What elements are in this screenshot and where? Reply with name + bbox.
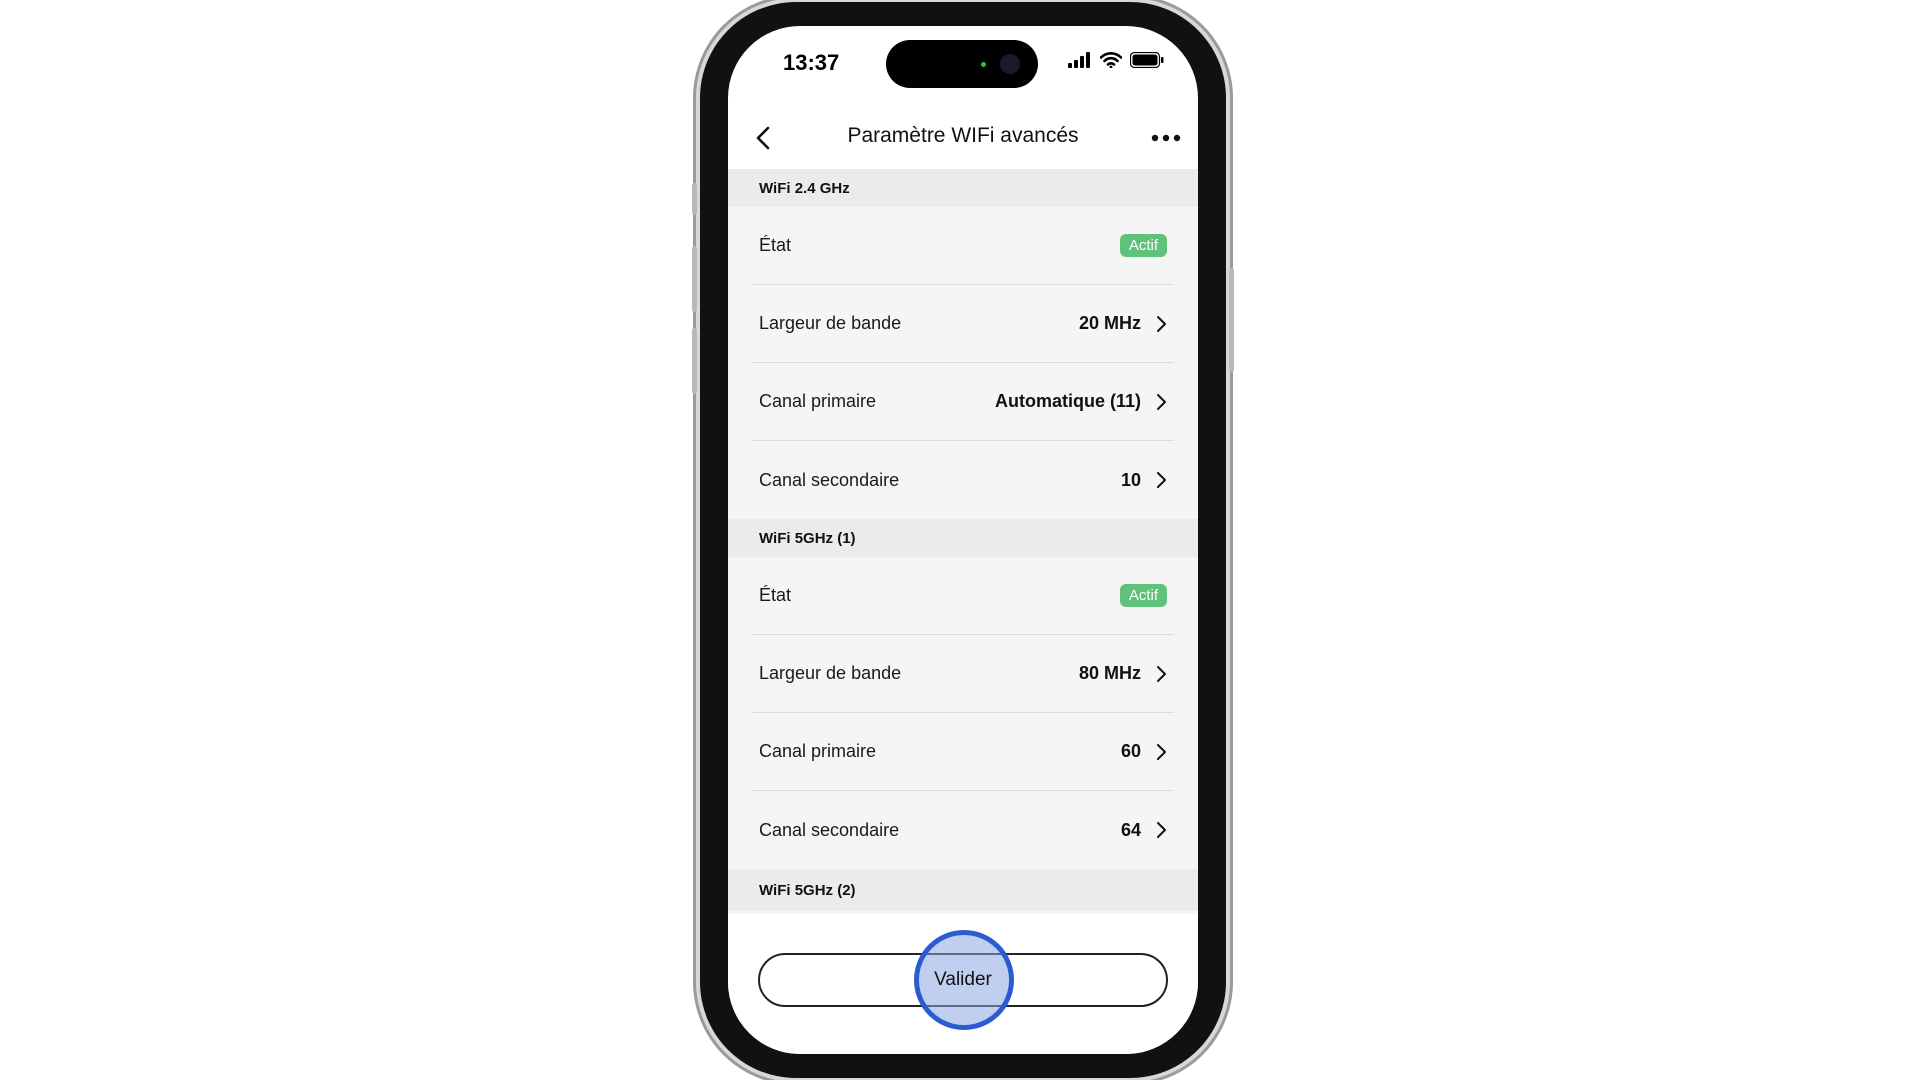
status-badge: Actif	[1119, 234, 1167, 257]
signal-icon	[1068, 52, 1090, 68]
privacy-indicator	[981, 62, 986, 67]
validate-button-label: Valider	[934, 969, 992, 990]
mute-switch	[692, 183, 697, 215]
row-value: 64	[1120, 819, 1141, 840]
row-value: 10	[1120, 469, 1141, 490]
status-time: 13:37	[783, 50, 840, 75]
row-canal-secondaire-5ghz-1[interactable]: Canal secondaire 64	[752, 791, 1174, 869]
power-button	[1229, 268, 1234, 372]
front-camera	[1000, 54, 1020, 74]
row-label: Canal secondaire	[759, 819, 900, 840]
row-canal-primaire-24ghz[interactable]: Canal primaire Automatique (11)	[752, 363, 1174, 441]
footer: Valider	[728, 914, 1198, 1054]
dynamic-island	[886, 40, 1038, 88]
status-bar: 13:37	[728, 26, 1198, 98]
row-value: 20 MHz	[1078, 313, 1141, 333]
row-etat-5ghz-1: État Actif	[752, 557, 1174, 635]
battery-icon	[1130, 52, 1164, 68]
more-options-button[interactable]	[1148, 124, 1184, 152]
row-value: 80 MHz	[1078, 663, 1141, 683]
chevron-right-icon	[1157, 472, 1166, 488]
phone-screen: 13:37 Paramètre WIFi avancés WiFi 2.4 GH…	[728, 26, 1198, 1054]
chevron-right-icon	[1157, 315, 1166, 332]
status-icons	[1068, 52, 1164, 68]
row-canal-secondaire-24ghz[interactable]: Canal secondaire 10	[752, 441, 1174, 519]
section-header-wifi-24ghz: WiFi 2.4 GHz	[728, 169, 1198, 207]
row-canal-primaire-5ghz-1[interactable]: Canal primaire 60	[752, 713, 1174, 791]
more-horizontal-icon	[1151, 134, 1181, 142]
settings-list: WiFi 2.4 GHz État Actif Largeur de bande…	[728, 169, 1198, 914]
row-label: Largeur de bande	[759, 313, 902, 333]
chevron-right-icon	[1157, 665, 1166, 682]
chevron-right-icon	[1157, 822, 1166, 838]
section-header-wifi-5ghz-1: WiFi 5GHz (1)	[728, 519, 1198, 557]
volume-down-button	[692, 328, 697, 394]
chevron-right-icon	[1157, 393, 1166, 410]
row-largeur-de-bande-24ghz[interactable]: Largeur de bande 20 MHz	[752, 285, 1174, 363]
page-title: Paramètre WIFi avancés	[847, 124, 1079, 147]
row-label: Canal primaire	[759, 391, 877, 411]
section-header-wifi-5ghz-2: WiFi 5GHz (2)	[728, 869, 1198, 911]
row-value: Automatique (11)	[994, 391, 1141, 411]
volume-up-button	[692, 246, 697, 312]
chevron-right-icon	[1157, 743, 1166, 760]
row-etat-24ghz: État Actif	[752, 207, 1174, 285]
row-largeur-de-bande-5ghz-1[interactable]: Largeur de bande 80 MHz	[752, 635, 1174, 713]
row-label: État	[759, 235, 792, 255]
row-label: Canal primaire	[759, 741, 877, 761]
row-value: 60	[1120, 741, 1141, 761]
phone-frame: 13:37 Paramètre WIFi avancés WiFi 2.4 GH…	[692, 2, 1234, 1078]
row-label: Canal secondaire	[759, 469, 900, 490]
row-label: État	[759, 585, 792, 605]
wifi-icon	[1100, 52, 1122, 68]
row-label: Largeur de bande	[759, 663, 902, 683]
status-badge: Actif	[1119, 584, 1167, 607]
